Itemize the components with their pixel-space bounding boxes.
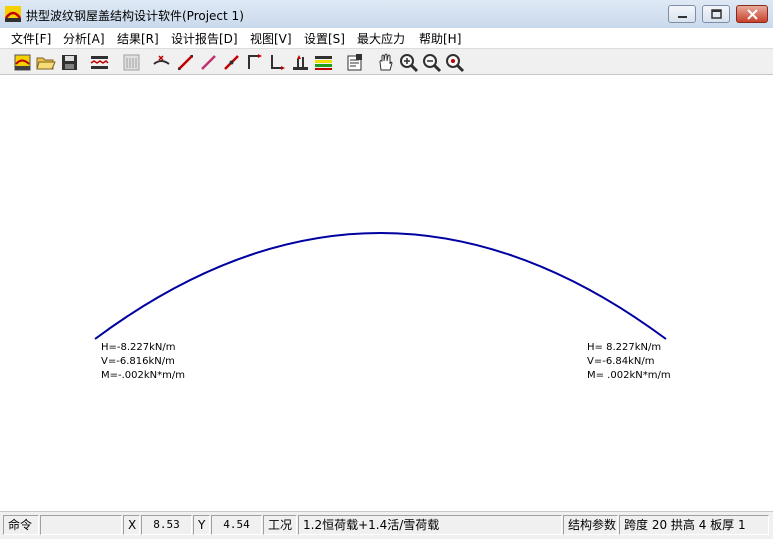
app-window: 拱型波纹钢屋盖结构设计软件(Project 1) 文件[F] 分析[A] 结果[… [0,0,773,539]
menu-help[interactable]: 帮助[H] [419,30,461,47]
status-bar: 命令 X 8.53 Y 4.54 工况 1.2恒荷载+1.4活/雪荷载 结构参数… [0,511,773,539]
left-support-reactions: H=-8.227kN/m V=-6.816kN/m M=-.002kN*m/m [101,341,185,383]
properties-icon[interactable] [344,52,365,73]
right-reaction-v: V=-6.84kN/m [587,356,655,367]
menu-analysis[interactable]: 分析[A] [63,30,105,47]
left-reaction-h: H=-8.227kN/m [101,342,176,353]
zoom-fit-icon[interactable] [444,52,465,73]
member-diagonal-icon-2[interactable] [198,52,219,73]
status-command-value [40,515,122,535]
zoom-in-icon[interactable] [398,52,419,73]
left-reaction-v: V=-6.816kN/m [101,356,175,367]
status-struct-value: 跨度 20 拱高 4 板厚 1 [619,515,769,535]
drawing-canvas[interactable]: H=-8.227kN/m V=-6.816kN/m M=-.002kN*m/m … [0,75,773,511]
arch-drawing [94,232,667,340]
app-logo-icon [5,6,21,22]
new-project-icon[interactable] [12,52,33,73]
support-left-icon[interactable] [244,52,265,73]
toolbar [0,48,773,75]
section-icon[interactable] [89,52,110,73]
menu-results[interactable]: 结果[R] [117,30,159,47]
status-y-value: 4.54 [211,515,262,535]
status-case-value: 1.2恒荷载+1.4活/雪荷载 [298,515,562,535]
menu-max-stress[interactable]: 最大应力 [357,30,405,47]
member-diagonal-icon-3[interactable] [221,52,242,73]
status-command-label: 命令 [3,515,39,535]
status-case-label: 工况 [263,515,297,535]
status-struct-label: 结构参数 [563,515,618,535]
pan-hand-icon[interactable] [375,52,396,73]
open-folder-icon[interactable] [35,52,56,73]
support-right-icon[interactable] [267,52,288,73]
right-support-reactions: H= 8.227kN/m V=-6.84kN/m M= .002kN*m/m [587,341,671,383]
save-disk-icon[interactable] [59,52,80,73]
left-reaction-m: M=-.002kN*m/m [101,370,186,381]
minimize-button[interactable] [668,5,696,23]
maximize-icon [711,9,722,19]
status-x-value: 8.53 [141,515,192,535]
menu-settings[interactable]: 设置[S] [304,30,345,47]
right-reaction-h: H= 8.227kN/m [587,342,662,353]
window-title: 拱型波纹钢屋盖结构设计软件(Project 1) [26,9,244,23]
close-button[interactable] [736,5,768,23]
maximize-button[interactable] [702,5,730,23]
status-y-label: Y [193,515,210,535]
menu-design-report[interactable]: 设计报告[D] [171,30,238,47]
minimize-icon [678,16,687,18]
menu-bar: 文件[F] 分析[A] 结果[R] 设计报告[D] 视图[V] 设置[S] 最大… [0,28,773,47]
zoom-out-icon[interactable] [421,52,442,73]
title-bar[interactable]: 拱型波纹钢屋盖结构设计软件(Project 1) [0,0,773,29]
close-icon [747,9,758,20]
status-x-label: X [123,515,140,535]
member-diagonal-icon-1[interactable] [175,52,196,73]
menu-file[interactable]: 文件[F] [11,30,51,47]
arch-curve [94,232,667,340]
menu-view[interactable]: 视图[V] [250,30,292,47]
calculator-icon[interactable] [121,52,142,73]
structure-icon[interactable] [290,52,311,73]
right-reaction-m: M= .002kN*m/m [587,370,671,381]
color-legend-icon[interactable] [313,52,334,73]
load-icon[interactable] [151,52,172,73]
